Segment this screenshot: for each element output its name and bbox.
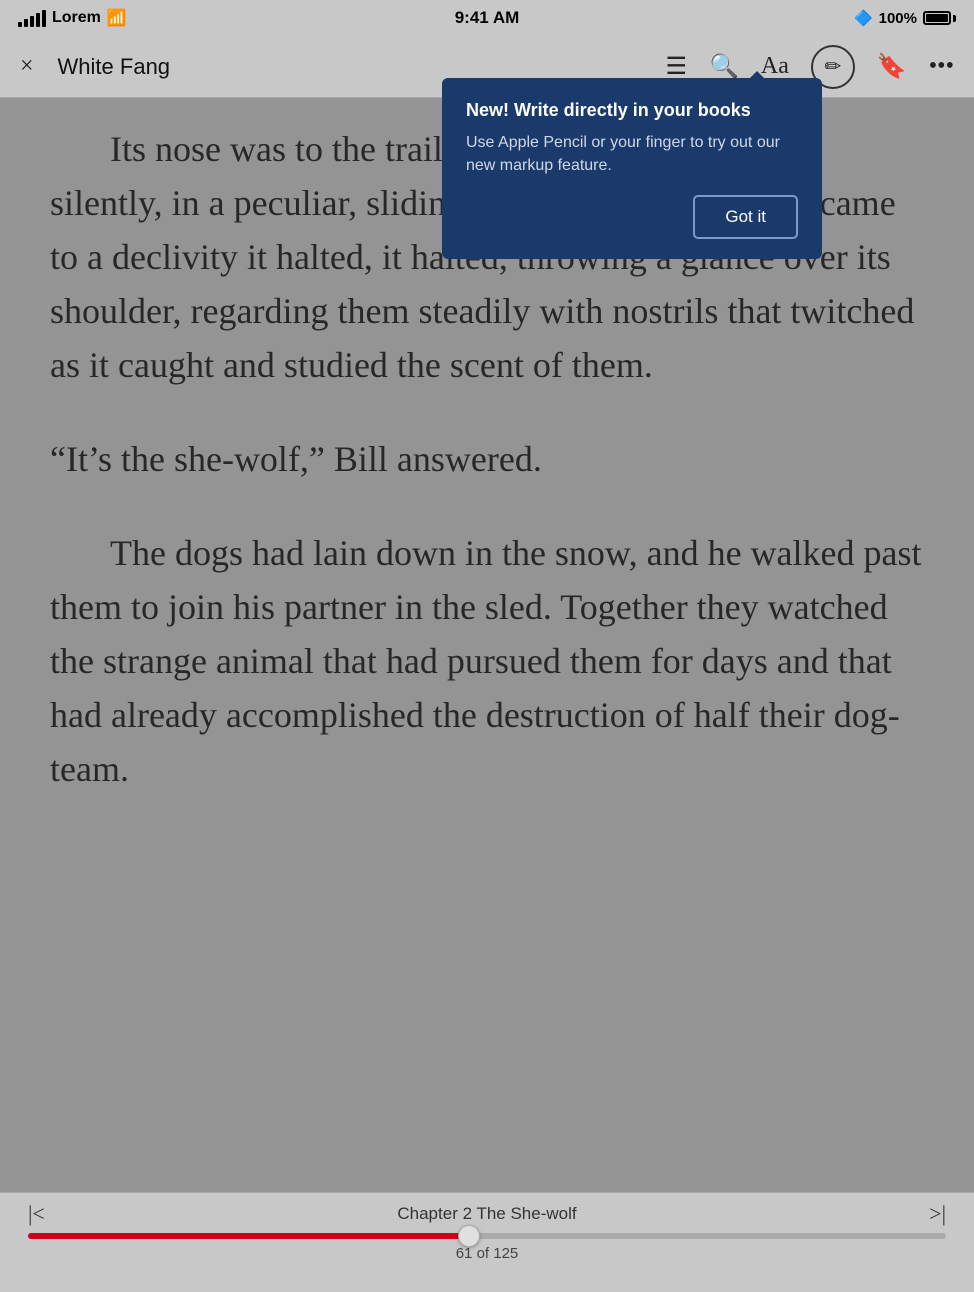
progress-thumb[interactable] xyxy=(458,1225,480,1247)
first-chapter-button[interactable]: |< xyxy=(28,1201,45,1227)
more-icon[interactable]: ••• xyxy=(929,53,954,80)
bookmark-icon[interactable]: 🔖 xyxy=(877,52,907,81)
status-left: Lorem 📶 xyxy=(18,8,127,28)
pencil-symbol: ✏ xyxy=(825,54,842,79)
bluetooth-icon: 🔷 xyxy=(854,9,873,27)
overlay-dim xyxy=(0,98,974,1192)
page-info: 61 of 125 xyxy=(456,1245,519,1262)
progress-bar-fill xyxy=(28,1233,469,1239)
close-button[interactable]: × xyxy=(20,53,34,80)
chapter-label: Chapter 2 The She-wolf xyxy=(397,1204,576,1224)
last-chapter-button[interactable]: >| xyxy=(929,1201,946,1227)
tooltip-body: Use Apple Pencil or your finger to try o… xyxy=(466,131,798,177)
nav-left: × White Fang xyxy=(20,53,170,80)
bottom-bar: |< Chapter 2 The She-wolf >| 61 of 125 xyxy=(0,1192,974,1292)
tooltip-title: New! Write directly in your books xyxy=(466,100,798,121)
battery-icon xyxy=(923,11,956,25)
menu-icon[interactable]: ☰ xyxy=(666,52,688,81)
battery-percent: 100% xyxy=(879,10,917,27)
wifi-icon: 📶 xyxy=(107,8,127,28)
status-right: 🔷 100% xyxy=(854,9,956,27)
status-bar: Lorem 📶 9:41 AM 🔷 100% xyxy=(0,0,974,36)
tooltip-footer: Got it xyxy=(466,195,798,239)
got-it-button[interactable]: Got it xyxy=(693,195,798,239)
tooltip-popup: New! Write directly in your books Use Ap… xyxy=(442,78,822,259)
search-icon[interactable]: 🔍 xyxy=(709,52,739,81)
chapter-nav: |< Chapter 2 The She-wolf >| xyxy=(0,1201,974,1227)
carrier-label: Lorem xyxy=(52,9,101,27)
status-time: 9:41 AM xyxy=(455,8,520,28)
font-icon[interactable]: Aa xyxy=(761,53,789,80)
signal-icon xyxy=(18,10,46,27)
book-title: White Fang xyxy=(58,54,171,80)
progress-bar[interactable] xyxy=(28,1233,946,1239)
